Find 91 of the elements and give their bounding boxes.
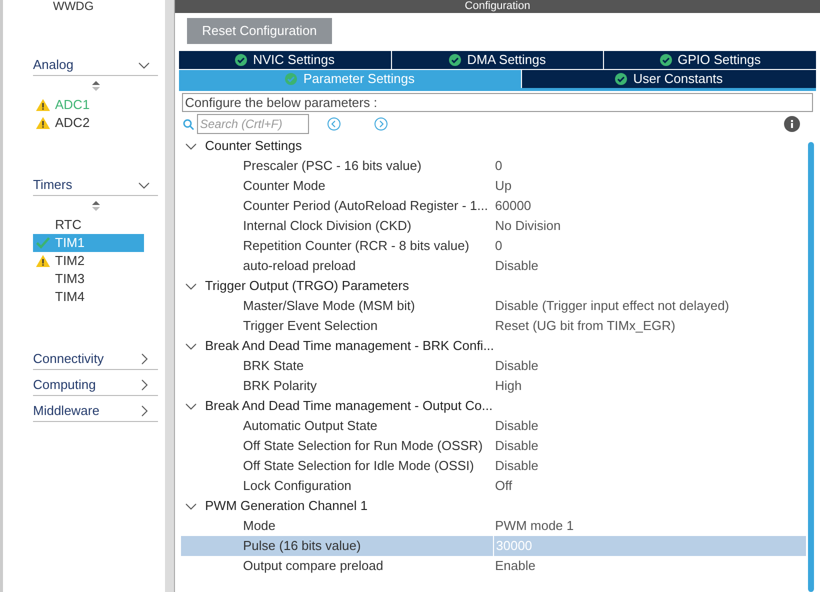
panel-title: Configuration: [464, 0, 530, 13]
parameter-value: 0: [494, 157, 502, 176]
parameter-row[interactable]: Pulse (16 bits value) 30000: [181, 536, 806, 556]
settings-tab[interactable]: User Constants: [522, 70, 816, 88]
parameter-name: Output compare preload: [242, 557, 384, 576]
search-icon: [183, 118, 194, 130]
parameter-value: 30000: [493, 536, 532, 556]
parameter-name: Off State Selection for Run Mode (OSSR): [242, 437, 484, 456]
settings-tab[interactable]: NVIC Settings: [179, 51, 391, 69]
previous-icon[interactable]: [327, 117, 341, 131]
parameter-value: Reset (UG bit from TIMx_EGR): [494, 317, 676, 336]
parameter-value: Disable (Trigger input effect not delayed): [494, 297, 730, 316]
description-text: Configure the below parameters :: [182, 93, 813, 112]
next-icon[interactable]: [374, 117, 388, 131]
parameter-name: Automatic Output State: [242, 417, 378, 436]
warning-icon: [36, 117, 50, 129]
parameter-row[interactable]: BRK State Disable: [181, 356, 806, 376]
parameter-value: Enable: [494, 557, 536, 576]
check-circle-icon: [660, 54, 672, 66]
peripheral-item[interactable]: TIM4: [33, 288, 144, 306]
parameter-value: Disable: [494, 417, 538, 436]
parameter-name: BRK State: [242, 357, 305, 376]
parameter-row[interactable]: Internal Clock Division (CKD) No Division: [181, 216, 806, 236]
parameter-name: Lock Configuration: [242, 477, 352, 496]
sort-icon: [90, 80, 100, 92]
category-header[interactable]: Computing: [33, 370, 158, 396]
parameter-value: Disable: [494, 437, 538, 456]
scrollbar[interactable]: [808, 142, 814, 592]
settings-tab[interactable]: DMA Settings: [392, 51, 604, 69]
peripheral-item[interactable]: TIM2: [33, 252, 144, 270]
search-field[interactable]: Search (Crtl+F): [197, 114, 309, 134]
parameter-row[interactable]: Trigger Event Selection Reset (UG bit from TIMx_EGR): [181, 316, 806, 336]
splitter-bar[interactable]: [165, 0, 175, 592]
group-row[interactable]: Counter Settings: [181, 136, 806, 156]
group-row[interactable]: Break And Dead Time management - Output Co...: [181, 396, 806, 416]
parameter-value: Disable: [494, 257, 538, 276]
parameter-row[interactable]: Off State Selection for Run Mode (OSSR) Disable: [181, 436, 806, 456]
check-icon: [36, 237, 50, 249]
parameter-value: Up: [494, 177, 512, 196]
parameter-row[interactable]: Off State Selection for Idle Mode (OSSI) Disable: [181, 456, 806, 476]
settings-tab[interactable]: GPIO Settings: [604, 51, 816, 69]
parameter-name: BRK Polarity: [242, 377, 318, 396]
group-row[interactable]: Break And Dead Time management - BRK Confi...: [181, 336, 806, 356]
parameter-value: 60000: [494, 197, 532, 216]
parameter-row[interactable]: Lock Configuration Off: [181, 476, 806, 496]
parameter-row[interactable]: Output compare preload Enable: [181, 556, 806, 576]
parameter-value: 0: [494, 237, 502, 256]
parameter-row[interactable]: Master/Slave Mode (MSM bit) Disable (Trigger input effect not delayed): [181, 296, 806, 316]
parameter-value: No Division: [494, 217, 561, 236]
sidebar-item[interactable]: WWDG: [33, 0, 165, 12]
parameter-value: Disable: [494, 357, 538, 376]
parameter-name: Pulse (16 bits value): [242, 537, 362, 556]
parameter-row[interactable]: Repetition Counter (RCR - 8 bits value) 0: [181, 236, 806, 256]
check-circle-icon: [285, 73, 298, 85]
check-circle-icon: [235, 54, 247, 66]
check-circle-icon: [615, 73, 628, 85]
category-header[interactable]: Connectivity: [33, 344, 158, 370]
parameter-value: Off: [494, 477, 512, 496]
check-circle-icon: [449, 54, 462, 66]
parameter-name: Internal Clock Division (CKD): [242, 217, 412, 236]
parameter-row[interactable]: Counter Mode Up: [181, 176, 806, 196]
parameter-value: High: [494, 377, 522, 396]
parameter-name: Counter Period (AutoReload Register - 1...: [242, 197, 489, 216]
peripheral-item[interactable]: RTC: [33, 216, 144, 234]
parameter-row[interactable]: Mode PWM mode 1: [181, 516, 806, 536]
parameter-name: Counter Mode: [242, 177, 326, 196]
parameter-value: PWM mode 1: [494, 517, 574, 536]
peripheral-item[interactable]: ADC2: [33, 114, 144, 132]
parameter-row[interactable]: Prescaler (PSC - 16 bits value) 0: [181, 156, 806, 176]
peripheral-item[interactable]: TIM3: [33, 270, 144, 288]
parameter-name: auto-reload preload: [242, 257, 357, 276]
parameter-name: Mode: [242, 517, 277, 536]
parameter-row[interactable]: BRK Polarity High: [181, 376, 806, 396]
parameter-name: Off State Selection for Idle Mode (OSSI): [242, 457, 475, 476]
parameter-value: Disable: [494, 457, 538, 476]
parameter-name: Trigger Event Selection: [242, 317, 379, 336]
category-header[interactable]: Timers: [33, 170, 158, 196]
group-row[interactable]: PWM Generation Channel 1: [181, 496, 806, 516]
warning-icon: [36, 99, 50, 111]
warning-icon: [36, 255, 50, 267]
parameter-row[interactable]: Counter Period (AutoReload Register - 1... 60000: [181, 196, 806, 216]
category-header[interactable]: Analog: [33, 50, 158, 76]
sort-icon: [90, 200, 100, 212]
category-header[interactable]: Middleware: [33, 396, 158, 422]
parameter-row[interactable]: auto-reload preload Disable: [181, 256, 806, 276]
parameter-name: Repetition Counter (RCR - 8 bits value): [242, 237, 470, 256]
parameter-row[interactable]: Automatic Output State Disable: [181, 416, 806, 436]
parameter-name: Prescaler (PSC - 16 bits value): [242, 157, 422, 176]
info-icon[interactable]: [784, 116, 800, 132]
parameter-name: Master/Slave Mode (MSM bit): [242, 297, 416, 316]
group-row[interactable]: Trigger Output (TRGO) Parameters: [181, 276, 806, 296]
